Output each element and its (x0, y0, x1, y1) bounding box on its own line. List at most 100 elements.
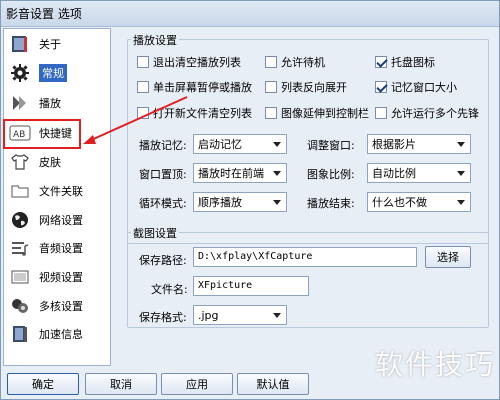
remember-window-size-checkbox[interactable]: 记忆窗口大小 (375, 79, 457, 95)
gear-icon (9, 62, 31, 84)
sidebar-item-general[interactable]: 常规 (6, 60, 108, 86)
chevron-down-icon (273, 142, 281, 147)
capture-group-title: 截图设置 (131, 225, 179, 241)
playback-group-title: 播放设置 (131, 32, 179, 48)
ratio-select-value: 自动比例 (372, 167, 416, 180)
video-icon (9, 266, 31, 288)
checkbox-box (265, 107, 277, 119)
checkbox-label: 记忆窗口大小 (391, 81, 457, 94)
multicore-icon (9, 295, 31, 317)
sidebar-item-audio[interactable]: 音频设置 (6, 235, 108, 261)
checkbox-box (375, 56, 387, 68)
sidebar-item-label: 网络设置 (39, 214, 83, 227)
save-path-input[interactable]: D:\xfplay\XfCapture (193, 247, 417, 267)
audio-icon (9, 237, 31, 259)
memory-select[interactable]: 启动记忆 (193, 134, 287, 154)
sidebar: 关于 常规 播放 AB 快捷键 皮肤 文件关联 网络设置 音频设置 视频设置 多… (3, 28, 111, 366)
save-path-label: 保存路径: (139, 254, 187, 267)
sidebar-item-network[interactable]: 网络设置 (6, 207, 108, 233)
click-pause-play-checkbox[interactable]: 单击屏幕暂停或播放 (137, 79, 252, 95)
folder-icon (9, 180, 31, 202)
sidebar-item-label: 视频设置 (39, 271, 83, 284)
checkbox-label: 单击屏幕暂停或播放 (153, 81, 252, 94)
globe-icon (9, 209, 31, 231)
sidebar-item-label: 播放 (39, 97, 61, 110)
sidebar-item-label: 多核设置 (39, 300, 83, 313)
cancel-button[interactable]: 取消 (85, 373, 157, 395)
loop-select[interactable]: 顺序播放 (193, 192, 287, 212)
sidebar-item-play[interactable]: 播放 (6, 90, 108, 116)
sidebar-item-acceleration[interactable]: 加速信息 (6, 321, 108, 347)
apply-button-label: 应用 (186, 378, 208, 391)
checkbox-box (375, 107, 387, 119)
adjust-window-select-value: 根据影片 (372, 138, 416, 151)
clear-list-on-exit-checkbox[interactable]: 退出清空播放列表 (137, 54, 241, 70)
end-select-value: 什么也不做 (372, 196, 427, 209)
clear-list-on-open-checkbox[interactable]: 打开新文件清空列表 (137, 105, 252, 121)
checkbox-box (265, 81, 277, 93)
sidebar-item-label: 音频设置 (39, 242, 83, 255)
sidebar-item-multicore[interactable]: 多核设置 (6, 293, 108, 319)
play-icon (9, 92, 31, 114)
checkbox-box (375, 81, 387, 93)
apply-button[interactable]: 应用 (161, 373, 233, 395)
sidebar-item-label: 常规 (39, 64, 67, 82)
end-label: 播放结束: (307, 197, 355, 210)
title-bar: 影音设置 选项 (1, 1, 499, 27)
file-name-input[interactable]: XFpicture (193, 276, 309, 296)
accelerate-icon (9, 323, 31, 345)
save-format-select[interactable]: .jpg (193, 305, 287, 325)
chevron-down-icon (273, 200, 281, 205)
checkbox-label: 图像延伸到控制栏 (281, 107, 369, 120)
tray-icon-checkbox[interactable]: 托盘图标 (375, 54, 435, 70)
checkbox-label: 托盘图标 (391, 56, 435, 69)
chevron-down-icon (273, 313, 281, 318)
loop-label: 循环模式: (139, 197, 187, 210)
sidebar-item-label: 文件关联 (39, 185, 83, 198)
sidebar-item-skin[interactable]: 皮肤 (6, 149, 108, 175)
ontop-select[interactable]: 播放时在前端 (193, 163, 287, 183)
chevron-down-icon (273, 171, 281, 176)
sidebar-item-file-association[interactable]: 文件关联 (6, 178, 108, 204)
default-button[interactable]: 默认值 (237, 373, 309, 395)
default-button-label: 默认值 (256, 378, 290, 391)
chevron-down-icon (457, 200, 465, 205)
reverse-list-checkbox[interactable]: 列表反向展开 (265, 79, 347, 95)
file-name-label: 文件名: (151, 283, 188, 296)
memory-select-value: 启动记忆 (198, 138, 242, 151)
sidebar-item-label: 皮肤 (39, 156, 61, 169)
checkbox-label: 退出清空播放列表 (153, 56, 241, 69)
adjust-window-select[interactable]: 根据影片 (367, 134, 471, 154)
checkbox-box (137, 56, 149, 68)
ok-button[interactable]: 确定 (7, 373, 79, 395)
checkbox-box (265, 56, 277, 68)
browse-button[interactable]: 选择 (425, 246, 471, 268)
ratio-label: 图象比例: (307, 168, 355, 181)
sidebar-item-label: 加速信息 (39, 328, 83, 341)
save-format-select-value: .jpg (198, 308, 219, 322)
sidebar-item-about[interactable]: 关于 (6, 31, 108, 57)
checkbox-label: 打开新文件清空列表 (153, 107, 252, 120)
checkbox-label: 允许运行多个先锋 (391, 107, 479, 120)
ontop-select-value: 播放时在前端 (198, 167, 264, 180)
settings-window: 影音设置 选项 关于 常规 播放 AB 快捷键 皮肤 文件关联 网络设置 音频设… (0, 0, 500, 400)
checkbox-box (137, 107, 149, 119)
shirt-icon (9, 151, 31, 173)
window-title: 影音设置 选项 (6, 7, 82, 21)
end-select[interactable]: 什么也不做 (367, 192, 471, 212)
sidebar-item-label: 关于 (39, 38, 61, 51)
ratio-select[interactable]: 自动比例 (367, 163, 471, 183)
cancel-button-label: 取消 (110, 378, 132, 391)
checkbox-box (137, 81, 149, 93)
settings-content: 播放设置 退出清空播放列表 允许待机 托盘图标 单击屏幕暂停或播放 列表反向展开… (117, 28, 495, 366)
ontop-label: 窗口置顶: (139, 168, 187, 181)
info-book-icon (9, 33, 31, 55)
sidebar-item-video[interactable]: 视频设置 (6, 264, 108, 290)
watermark-text: 软件技巧 (374, 348, 495, 381)
allow-standby-checkbox[interactable]: 允许待机 (265, 54, 325, 70)
extend-to-controlbar-checkbox[interactable]: 图像延伸到控制栏 (265, 105, 369, 121)
adjust-window-label: 调整窗口: (307, 139, 355, 152)
ok-button-label: 确定 (32, 378, 54, 391)
skin-highlight-box (3, 119, 81, 149)
allow-multiple-instances-checkbox[interactable]: 允许运行多个先锋 (375, 105, 479, 121)
